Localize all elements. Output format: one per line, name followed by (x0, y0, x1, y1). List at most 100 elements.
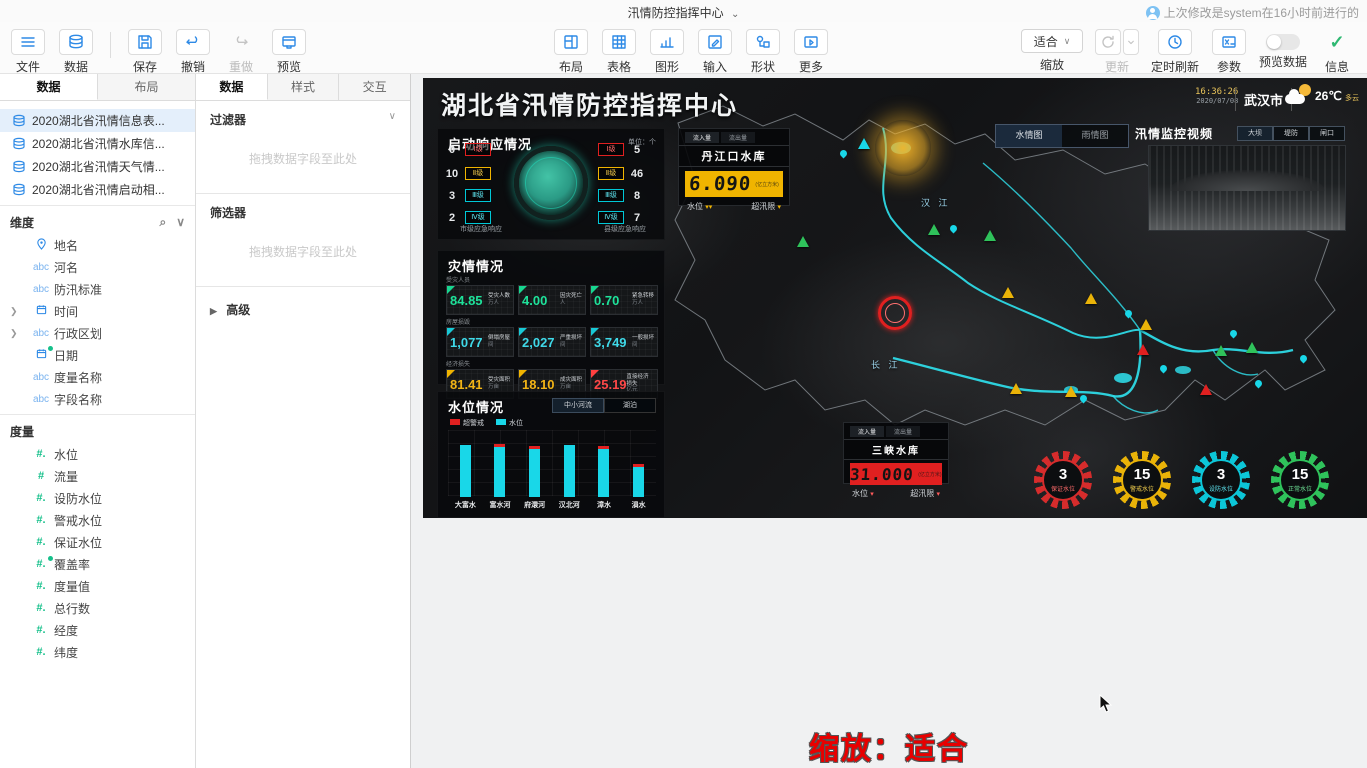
selector-drop-zone[interactable]: 拖拽数据字段至此处 (210, 243, 396, 260)
dashboard-preview[interactable]: 汉 江 长 江 湖北省汛情防控指挥中心 16:36:26 2020/07/08 … (423, 78, 1367, 518)
inflow-tab[interactable]: 流入量 (850, 426, 884, 437)
table-item[interactable]: 2020湖北省汛情信息表... (0, 109, 195, 132)
database-icon (12, 183, 26, 197)
expand-arrow-icon[interactable]: ❯ (10, 306, 18, 317)
props-tab-style[interactable]: 样式 (268, 74, 340, 100)
scheduled-refresh-button[interactable]: 定时刷新 (1147, 29, 1203, 75)
props-tab-interact[interactable]: 交互 (339, 74, 410, 100)
search-icon[interactable]: ⌕ (159, 215, 166, 230)
file-button[interactable]: 文件 (6, 29, 50, 75)
dimension-item[interactable]: abc河名 (0, 256, 195, 278)
last-modified-text: 上次修改是system在16小时前进行的 (1164, 4, 1359, 21)
expand-arrow-icon[interactable]: ❯ (10, 328, 18, 339)
filter-section-header[interactable]: 过滤器 ∨ (210, 111, 396, 128)
measure-item[interactable]: #.覆盖率 (0, 553, 195, 575)
preview-icon (272, 29, 306, 55)
video-source-button[interactable]: 大坝 (1237, 126, 1273, 141)
alert-ring-marker (878, 296, 912, 330)
props-tab-data[interactable]: 数据 (196, 74, 268, 100)
table-item[interactable]: 2020湖北省汛情水库信... (0, 132, 195, 155)
measure-item[interactable]: #.度量值 (0, 575, 195, 597)
dimension-item[interactable]: 地名 (0, 234, 195, 256)
map-marker-triangle (1002, 287, 1014, 298)
map-marker-triangle (797, 236, 809, 247)
measure-item[interactable]: #.水位 (0, 443, 195, 465)
number-field-icon: #. (30, 602, 52, 614)
table-item[interactable]: 2020湖北省汛情天气情... (0, 155, 195, 178)
number-field-icon: #. (30, 624, 52, 636)
level-badge: Ⅳ级 (465, 211, 491, 224)
lcd-display: 6.090 (亿立方米) (685, 171, 783, 197)
dimension-item[interactable]: abc字段名称 (0, 388, 195, 410)
data-button[interactable]: 数据 (54, 29, 98, 75)
number-field-icon: #. (30, 492, 52, 504)
water-map-button[interactable]: 水情图 (996, 125, 1062, 147)
map-marker-triangle (928, 224, 940, 235)
info-button[interactable]: ✓ 信息 (1315, 29, 1359, 75)
redo-button[interactable]: 重做 (219, 29, 263, 75)
zoom-control[interactable]: 适合 ∨ 缩放 (1017, 29, 1087, 73)
text-field-icon: abc (30, 372, 52, 383)
toggle-switch[interactable] (1266, 34, 1300, 50)
tab-layout[interactable]: 布局 (98, 74, 195, 100)
dimension-item[interactable]: abc度量名称 (0, 366, 195, 388)
database-icon (12, 137, 26, 151)
dimension-item-expandable[interactable]: ❯时间 (0, 300, 195, 322)
more-widgets-button[interactable]: 更多 (789, 29, 833, 75)
lake-tab-button[interactable]: 湖泊 (604, 398, 656, 413)
input-widget-button[interactable]: 输入 (693, 29, 737, 75)
more-icon (794, 29, 828, 55)
measure-item[interactable]: #.保证水位 (0, 531, 195, 553)
chart-widget-button[interactable]: 图形 (645, 29, 689, 75)
shape-widget-button[interactable]: 形状 (741, 29, 785, 75)
bar-group: 汉北河 (554, 445, 584, 510)
reservoir-title: 三峡水库 (844, 439, 948, 460)
monitoring-video[interactable] (1148, 145, 1346, 231)
document-title[interactable]: 汛情防控指挥中心 ⌄ (628, 4, 740, 21)
tab-data[interactable]: 数据 (0, 74, 98, 100)
table-widget-button[interactable]: 表格 (597, 29, 641, 75)
measure-item[interactable]: #.纬度 (0, 641, 195, 663)
undo-button[interactable]: 撤销 (171, 29, 215, 75)
measure-item[interactable]: #流量 (0, 465, 195, 487)
dimension-item[interactable]: 日期 (0, 344, 195, 366)
selector-section-header[interactable]: 筛选器 (210, 204, 396, 221)
map-marker-triangle (1246, 342, 1258, 353)
update-button[interactable]: 更新 (1091, 29, 1143, 75)
dimension-item-expandable[interactable]: ❯abc行政区划 (0, 322, 195, 344)
preview-data-toggle[interactable]: 预览数据 (1255, 29, 1311, 70)
measure-item[interactable]: #.设防水位 (0, 487, 195, 509)
calendar-icon (30, 304, 52, 318)
river-tab-button[interactable]: 中小河流 (552, 398, 604, 413)
number-field-icon: # (30, 470, 52, 482)
dimension-item[interactable]: abc防汛标准 (0, 278, 195, 300)
bar-group: 漳水 (589, 449, 619, 510)
layout-widget-button[interactable]: 布局 (549, 29, 593, 75)
video-source-button[interactable]: 堤防 (1273, 126, 1309, 141)
dimensions-header: 维度 ⌕ ∨ (0, 210, 195, 234)
measure-item[interactable]: #.警戒水位 (0, 509, 195, 531)
params-button[interactable]: 参数 (1207, 29, 1251, 75)
inflow-tab[interactable]: 流入量 (685, 132, 719, 143)
design-canvas[interactable]: 汉 江 长 江 湖北省汛情防控指挥中心 16:36:26 2020/07/08 … (411, 74, 1367, 768)
filter-drop-zone[interactable]: 拖拽数据字段至此处 (210, 150, 396, 167)
save-button[interactable]: 保存 (123, 29, 167, 75)
zoom-select[interactable]: 适合 ∨ (1021, 29, 1083, 53)
advanced-section-header[interactable]: ▶ 高级 (196, 287, 410, 332)
city-label: 武汉市 (1235, 88, 1292, 111)
calendar-calc-icon (30, 348, 52, 362)
main-toolbar: 文件 数据 保存 撤销 重做 预览 布局 表格 (0, 22, 1367, 74)
preview-button[interactable]: 预览 (267, 29, 311, 75)
defense-level-badge: 3设防水位 (1192, 451, 1250, 509)
outflow-tab[interactable]: 流出量 (886, 426, 920, 437)
chart-legend: 超警戒 水位 (450, 418, 523, 428)
rain-map-button[interactable]: 雨情图 (1062, 125, 1128, 147)
normal-level-badge: 15正常水位 (1271, 451, 1329, 509)
video-source-button[interactable]: 闸口 (1309, 126, 1345, 141)
chevron-down-icon[interactable]: ∨ (176, 215, 185, 229)
measure-item[interactable]: #.经度 (0, 619, 195, 641)
table-item[interactable]: 2020湖北省汛情启动相... (0, 178, 195, 201)
measure-item[interactable]: #.总行数 (0, 597, 195, 619)
video-panel-title: 汛情监控视频 (1135, 125, 1213, 142)
outflow-tab[interactable]: 流出量 (721, 132, 755, 143)
